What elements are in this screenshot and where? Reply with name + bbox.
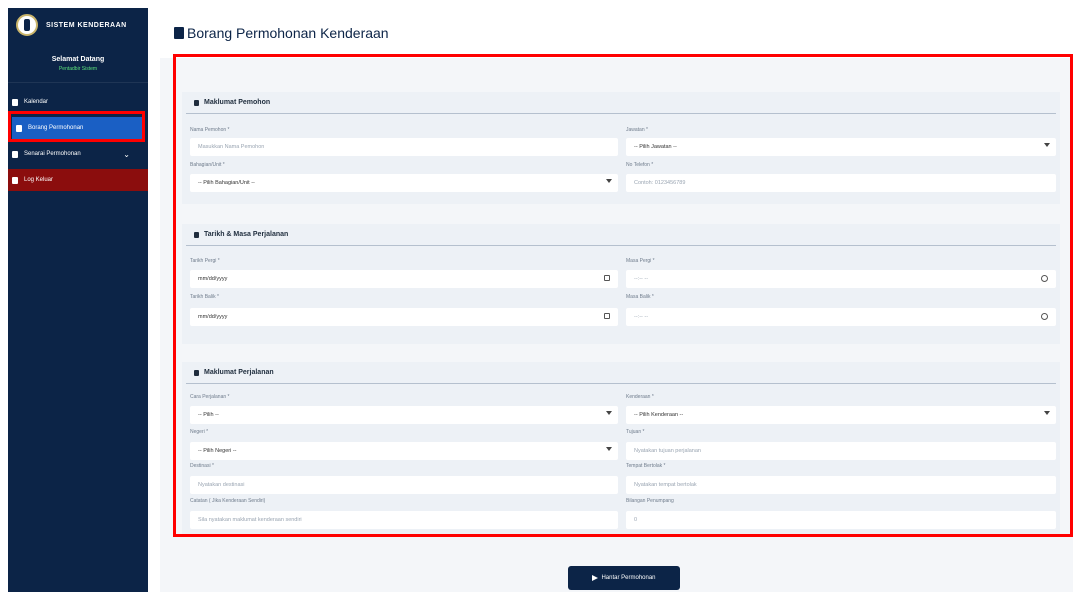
sidebar-item-senarai-permohonan[interactable]: Senarai Permohonan ⌄ xyxy=(8,143,148,165)
form-highlight-frame xyxy=(173,54,1073,537)
submit-label: Hantar Permohonan xyxy=(601,575,656,581)
sidebar-item-label: Senarai Permohonan xyxy=(24,151,81,157)
file-icon xyxy=(174,27,184,39)
sidebar: SISTEM KENDERAAN Selamat Datang Pentadbi… xyxy=(8,8,148,592)
user-greeting: Selamat Datang xyxy=(51,56,105,63)
sidebar-item-label: Kalendar xyxy=(24,99,49,105)
active-item-highlight xyxy=(8,111,145,142)
sidebar-item-kalendar[interactable]: Kalendar xyxy=(8,91,148,113)
user-panel: Selamat Datang Pentadbir Sistem xyxy=(8,42,148,83)
page-title: Borang Permohonan Kenderaan xyxy=(187,25,389,41)
sidebar-item-log-keluar[interactable]: Log Keluar xyxy=(8,169,148,191)
brand-logo-icon xyxy=(16,14,38,36)
chevron-down-icon: ⌄ xyxy=(123,149,130,159)
submit-button[interactable]: Hantar Permohonan xyxy=(568,566,680,590)
send-icon xyxy=(592,575,599,581)
logout-icon xyxy=(12,176,18,184)
sidebar-item-label: Log Keluar xyxy=(24,177,54,183)
brand: SISTEM KENDERAAN xyxy=(8,8,148,42)
list-icon xyxy=(12,150,18,158)
page-header: Borang Permohonan Kenderaan xyxy=(160,8,1073,58)
user-name: Pentadbir Sistem xyxy=(58,66,98,72)
brand-title: SISTEM KENDERAAN xyxy=(46,21,127,29)
calendar-icon xyxy=(12,98,18,106)
